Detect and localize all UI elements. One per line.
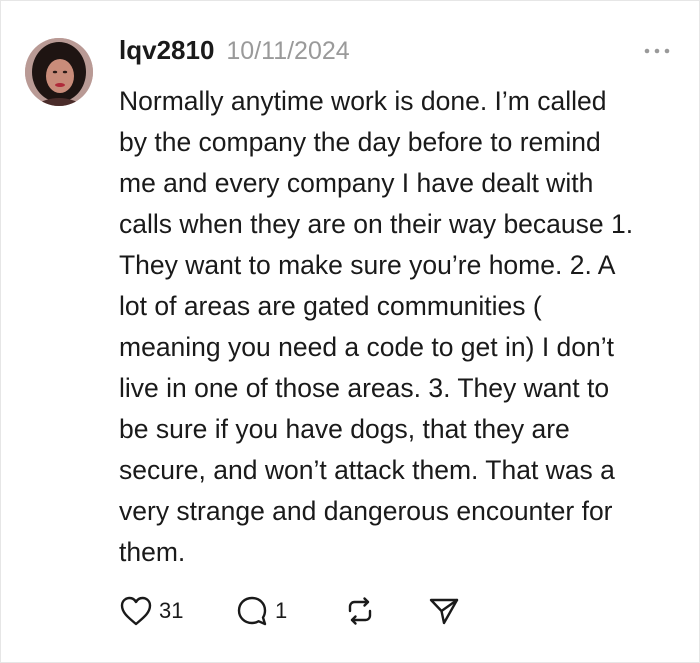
share-button[interactable] [427, 594, 461, 628]
repost-button[interactable] [343, 594, 427, 628]
post-date: 10/11/2024 [226, 37, 350, 65]
reply-button[interactable]: 1 [235, 594, 343, 628]
post-card: lqv2810 10/11/2024 Normally anytime work… [0, 0, 700, 663]
like-button[interactable]: 31 [119, 595, 235, 627]
post-body: Normally anytime work is done. I’m calle… [119, 86, 634, 567]
like-count: 31 [159, 598, 184, 623]
speech-bubble-icon [237, 596, 267, 626]
username[interactable]: lqv2810 [119, 35, 214, 66]
heart-icon [120, 596, 152, 626]
avatar-image [25, 38, 93, 106]
avatar[interactable] [25, 38, 93, 106]
more-options-button[interactable] [637, 41, 677, 61]
action-bar: 31 1 [119, 591, 461, 631]
send-icon [429, 598, 459, 625]
post-header: lqv2810 10/11/2024 [119, 35, 350, 67]
ellipsis-icon [644, 48, 670, 54]
reply-count: 1 [275, 598, 288, 623]
repost-icon [348, 597, 372, 625]
